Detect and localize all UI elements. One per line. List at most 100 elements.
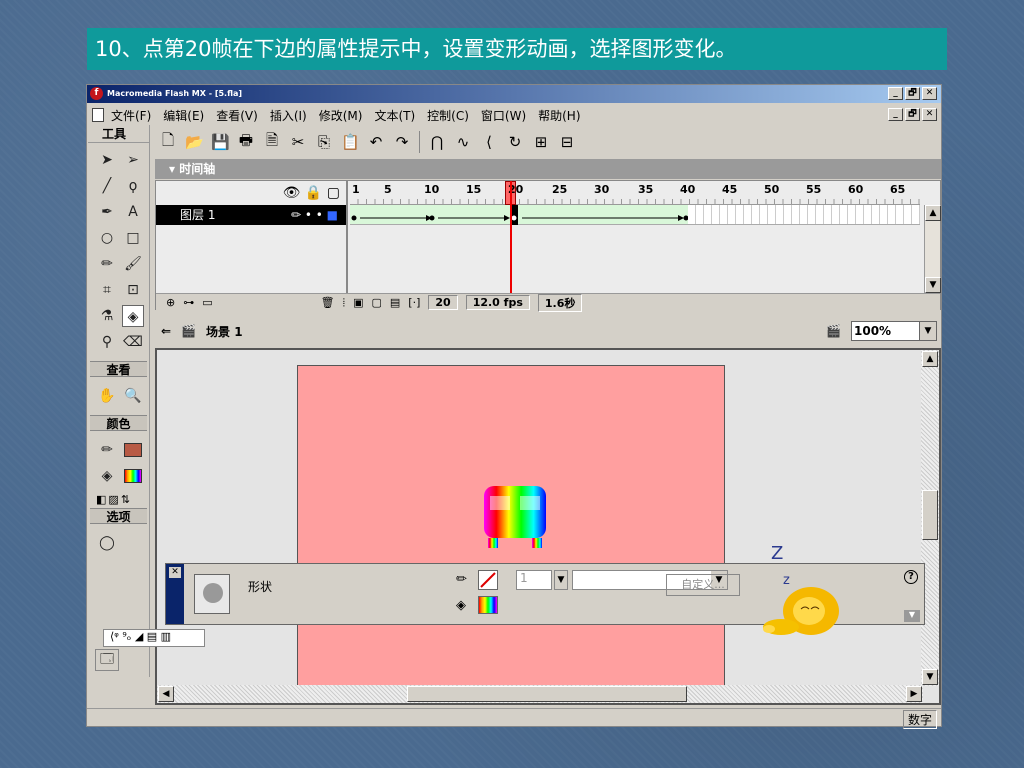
menu-window[interactable]: 窗口(W) bbox=[481, 107, 526, 124]
stage-area[interactable]: ▲ ▼ ◀ ▶ bbox=[155, 348, 941, 705]
add-guide-icon[interactable]: ⊶ bbox=[183, 296, 194, 309]
onion-skin-icon[interactable]: ▣ bbox=[353, 296, 363, 309]
stage-horizontal-scrollbar[interactable]: ◀ ▶ bbox=[157, 685, 923, 703]
properties-close-icon[interactable]: ✕ bbox=[169, 567, 181, 578]
scroll-down-button[interactable]: ▼ bbox=[925, 277, 941, 293]
subselect-tool-icon[interactable]: ➢ bbox=[122, 149, 144, 171]
eraser-tool-icon[interactable]: ⌫ bbox=[122, 331, 144, 353]
pencil-tool-icon[interactable]: ✏ bbox=[96, 253, 118, 275]
free-transform-tool-icon[interactable]: ⌗ bbox=[96, 279, 118, 301]
edit-multiple-icon[interactable]: ▤ bbox=[390, 296, 400, 309]
stage-canvas[interactable] bbox=[297, 365, 725, 703]
hand-tool-icon[interactable]: ✋ bbox=[96, 385, 118, 407]
timeline-header[interactable]: ▾ 时间轴 bbox=[155, 159, 941, 179]
panel-collapse-icon[interactable]: ▼ bbox=[904, 610, 920, 622]
add-folder-icon[interactable]: ▭ bbox=[202, 296, 212, 309]
line-tool-icon[interactable]: ╱ bbox=[96, 175, 118, 197]
empty-frames[interactable] bbox=[688, 205, 920, 224]
frame-rate[interactable]: 12.0 fps bbox=[465, 295, 530, 310]
onion-markers-icon[interactable]: [·] bbox=[408, 296, 420, 309]
stage-scroll-down-button[interactable]: ▼ bbox=[922, 669, 938, 685]
lasso-tool-icon[interactable]: ϙ bbox=[122, 175, 144, 197]
doc-close-button[interactable]: ✕ bbox=[922, 108, 937, 121]
stroke-width-dropdown-icon[interactable]: ▼ bbox=[554, 570, 568, 590]
bus-shape[interactable] bbox=[480, 482, 550, 552]
menu-control[interactable]: 控制(C) bbox=[427, 107, 469, 124]
straighten-icon[interactable]: ⟨ bbox=[480, 133, 498, 151]
new-file-icon[interactable]: 🗋 bbox=[159, 130, 177, 155]
add-layer-icon[interactable]: ⊕ bbox=[166, 296, 175, 309]
doc-minimize-button[interactable]: _ bbox=[888, 108, 903, 121]
align-icon[interactable]: ⊟ bbox=[558, 133, 576, 151]
menu-edit[interactable]: 编辑(E) bbox=[163, 107, 204, 124]
edit-scene-icon[interactable]: 🎬 bbox=[826, 324, 841, 338]
swap-colors-icon[interactable]: ⇅ bbox=[121, 493, 130, 506]
document-icon[interactable] bbox=[92, 108, 104, 122]
properties-panel-handle[interactable]: ✕ bbox=[166, 564, 184, 624]
menu-insert[interactable]: 插入(I) bbox=[270, 107, 307, 124]
menu-help[interactable]: 帮助(H) bbox=[538, 107, 580, 124]
fill-color-swatch[interactable] bbox=[122, 465, 144, 487]
stroke-color-button[interactable] bbox=[478, 570, 498, 590]
zoom-select[interactable]: 100% bbox=[851, 321, 937, 341]
text-tool-icon[interactable]: A bbox=[122, 201, 144, 223]
cut-icon[interactable]: ✂ bbox=[289, 133, 307, 151]
menu-text[interactable]: 文本(T) bbox=[374, 107, 415, 124]
print-icon[interactable]: 🖶 bbox=[237, 130, 255, 155]
stage-scroll-up-button[interactable]: ▲ bbox=[922, 351, 938, 367]
oval-tool-icon[interactable]: ○ bbox=[96, 227, 118, 249]
stage-vscroll-thumb[interactable] bbox=[922, 490, 938, 540]
stage-scroll-right-button[interactable]: ▶ bbox=[906, 686, 922, 702]
rectangle-tool-icon[interactable]: □ bbox=[122, 227, 144, 249]
library-icon[interactable]: 🗔 bbox=[95, 649, 119, 671]
fill-transform-tool-icon[interactable]: ⊡ bbox=[122, 279, 144, 301]
open-folder-icon[interactable]: 📂 bbox=[185, 133, 204, 151]
no-color-icon[interactable]: ▨ bbox=[108, 493, 118, 506]
paint-bucket-tool-icon[interactable]: ◈ bbox=[122, 305, 144, 327]
floating-tools-strip[interactable]: ⟨ᵠ ⁹ₒ ◢ ▤ ▥ bbox=[103, 629, 205, 647]
stage-vertical-scrollbar[interactable]: ▲ ▼ bbox=[921, 350, 939, 686]
onion-outline-icon[interactable]: ▢ bbox=[371, 296, 381, 309]
layer-header-icons[interactable]: 👁 🔒 ▢ bbox=[156, 181, 346, 205]
close-button[interactable]: ✕ bbox=[922, 87, 937, 100]
back-arrow-icon[interactable]: ⇐ bbox=[161, 324, 171, 338]
zoom-tool-icon[interactable]: 🔍 bbox=[122, 385, 144, 407]
delete-layer-icon[interactable]: 🗑 bbox=[321, 296, 335, 309]
brush-tool-icon[interactable]: 🖌 bbox=[122, 253, 144, 275]
snap-magnet-icon[interactable]: ⋂ bbox=[428, 133, 446, 151]
save-icon[interactable]: 💾 bbox=[211, 133, 230, 151]
timeline-vertical-scrollbar[interactable]: ▲ ▼ bbox=[924, 205, 941, 293]
pen-tool-icon[interactable]: ✒ bbox=[96, 201, 118, 223]
smooth-icon[interactable]: ∿ bbox=[454, 133, 472, 151]
menu-view[interactable]: 查看(V) bbox=[216, 107, 258, 124]
stage-hscroll-thumb[interactable] bbox=[407, 686, 687, 702]
stage-scroll-left-button[interactable]: ◀ bbox=[158, 686, 174, 702]
restore-button[interactable]: 🗗 bbox=[905, 87, 920, 100]
ink-bottle-tool-icon[interactable]: ⚗ bbox=[96, 305, 118, 327]
fill-color-icon[interactable]: ◈ bbox=[96, 465, 118, 487]
layer-frames-row[interactable] bbox=[350, 205, 920, 225]
center-frame-icon[interactable]: ⦙ bbox=[343, 296, 345, 310]
paste-icon[interactable]: 📋 bbox=[341, 133, 360, 151]
undo-icon[interactable]: ↶ bbox=[367, 133, 385, 151]
rotate-icon[interactable]: ↻ bbox=[506, 133, 524, 151]
print-preview-icon[interactable]: 🗎 bbox=[263, 130, 281, 155]
arrow-tool-icon[interactable]: ➤ bbox=[96, 149, 118, 171]
doc-restore-button[interactable]: 🗗 bbox=[905, 108, 920, 121]
menu-modify[interactable]: 修改(M) bbox=[319, 107, 363, 124]
fill-color-button[interactable] bbox=[478, 596, 498, 614]
copy-icon[interactable]: ⎘ bbox=[315, 133, 333, 151]
stroke-color-swatch[interactable] bbox=[122, 439, 144, 461]
menu-file[interactable]: 文件(F) bbox=[111, 107, 151, 124]
scale-icon[interactable]: ⊞ bbox=[532, 133, 550, 151]
frame-ruler[interactable]: 1 5 10 15 20 25 30 35 40 45 50 55 60 65 bbox=[350, 181, 920, 205]
layer-row[interactable]: 图层 1 ✏ • • ■ bbox=[156, 205, 346, 225]
redo-icon[interactable]: ↷ bbox=[393, 133, 411, 151]
eyedropper-tool-icon[interactable]: ⚲ bbox=[96, 331, 118, 353]
help-icon[interactable]: ? bbox=[904, 570, 918, 584]
minimize-button[interactable]: _ bbox=[888, 87, 903, 100]
scroll-up-button[interactable]: ▲ bbox=[925, 205, 941, 221]
gap-size-icon[interactable]: ◯ bbox=[96, 532, 118, 554]
layer-state-icons[interactable]: ✏ • • ■ bbox=[291, 205, 338, 225]
black-white-icon[interactable]: ◧ bbox=[96, 493, 106, 506]
